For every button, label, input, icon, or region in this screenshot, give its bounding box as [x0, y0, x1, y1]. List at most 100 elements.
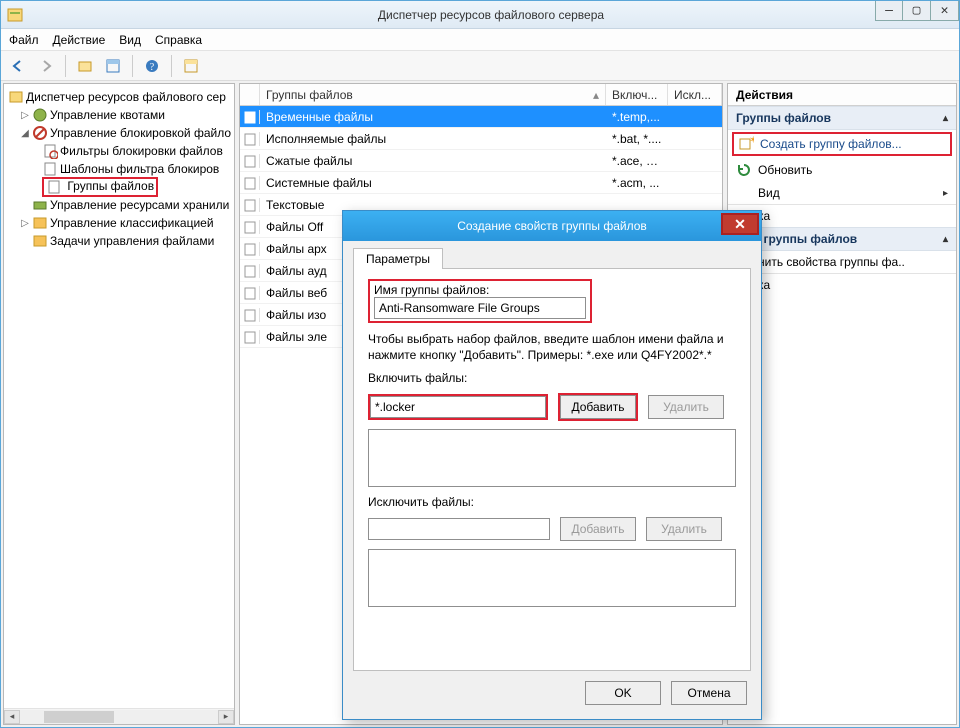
action-edit-group-props[interactable]: нить свойства группы фа..: [728, 251, 956, 273]
tree-blocking[interactable]: Управление блокировкой файло: [48, 126, 231, 140]
tree-horizontal-scrollbar[interactable]: ◂ ▸: [4, 708, 234, 724]
include-add-button[interactable]: Добавить: [560, 395, 636, 419]
actions-title: Действия: [728, 84, 956, 106]
menu-action[interactable]: Действие: [53, 33, 106, 47]
filter-icon: [42, 143, 58, 159]
nav-back-button[interactable]: [7, 55, 29, 77]
minimize-button[interactable]: —: [875, 1, 903, 21]
maximize-button[interactable]: ▢: [903, 1, 931, 21]
tree-groups[interactable]: Группы файлов: [65, 179, 154, 193]
help-icon[interactable]: ?: [141, 55, 163, 77]
tab-parameters[interactable]: Параметры: [353, 248, 443, 269]
pattern-hint: Чтобы выбрать набор файлов, введите шабл…: [368, 331, 736, 363]
row-include: *.temp,...: [606, 110, 668, 124]
menubar: Файл Действие Вид Справка: [1, 29, 959, 51]
action-view-label: Вид: [736, 186, 780, 200]
group-icon: [46, 179, 62, 195]
create-file-group-dialog: Создание свойств группы файлов ✕ Парамет…: [342, 210, 762, 720]
dialog-titlebar[interactable]: Создание свойств группы файлов ✕: [343, 211, 761, 241]
group-name-label: Имя группы файлов:: [374, 283, 586, 297]
menu-file[interactable]: Файл: [9, 33, 39, 47]
block-icon: [32, 125, 48, 141]
include-remove-button[interactable]: Удалить: [648, 395, 724, 419]
collapse-icon[interactable]: ◢: [18, 128, 32, 139]
tree-quotas[interactable]: Управление квотами: [48, 108, 165, 122]
tree-templates[interactable]: Шаблоны фильтра блокиров: [58, 162, 219, 176]
nav-tree-pane: Диспетчер ресурсов файлового сер ▷ Управ…: [3, 83, 235, 725]
dialog-title: Создание свойств группы файлов: [457, 219, 647, 233]
main-titlebar: Диспетчер ресурсов файлового сервера — ▢…: [1, 1, 959, 29]
toolbar-icon-1[interactable]: [74, 55, 96, 77]
nav-forward-button[interactable]: [35, 55, 57, 77]
close-button[interactable]: ✕: [931, 1, 959, 21]
group-name-input[interactable]: [374, 297, 586, 319]
scroll-thumb[interactable]: [44, 711, 114, 723]
file-group-row[interactable]: Сжатые файлы*.ace, *....: [240, 150, 722, 172]
collapse-icon[interactable]: ▴: [943, 234, 948, 245]
action-create-group[interactable]: ✶ Создать группу файлов...: [732, 132, 952, 156]
tree-filters[interactable]: Фильтры блокировки файлов: [58, 144, 223, 158]
file-group-row[interactable]: Временные файлы*.temp,...: [240, 106, 722, 128]
exclude-label: Исключить файлы:: [368, 495, 736, 509]
toolbar-icon-3[interactable]: [180, 55, 202, 77]
file-group-row[interactable]: Системные файлы*.acm, ...: [240, 172, 722, 194]
submenu-arrow-icon: ▸: [943, 188, 948, 199]
col-header-exclude[interactable]: Искл...: [668, 84, 722, 105]
toolbar-icon-2[interactable]: [102, 55, 124, 77]
storage-icon: [32, 197, 48, 213]
menu-help[interactable]: Справка: [155, 33, 202, 47]
window-title: Диспетчер ресурсов файлового сервера: [23, 8, 959, 22]
exclude-remove-button[interactable]: Удалить: [646, 517, 722, 541]
row-name: Исполняемые файлы: [260, 132, 606, 146]
exclude-listbox[interactable]: [368, 549, 736, 607]
tree-classif[interactable]: Управление классификацией: [48, 216, 214, 230]
new-group-icon: ✶: [738, 136, 754, 152]
dialog-ok-button[interactable]: OK: [585, 681, 661, 705]
quota-icon: [32, 107, 48, 123]
file-group-row[interactable]: Исполняемые файлы*.bat, *....: [240, 128, 722, 150]
app-icon: [7, 7, 23, 23]
svg-text:?: ?: [150, 62, 155, 73]
dialog-cancel-button[interactable]: Отмена: [671, 681, 747, 705]
row-include: *.bat, *....: [606, 132, 668, 146]
exclude-pattern-input[interactable]: [368, 518, 550, 540]
action-help-2[interactable]: ка: [728, 274, 956, 296]
tree-tasks[interactable]: Задачи управления файлами: [48, 234, 214, 248]
refresh-icon: [736, 162, 752, 178]
expand-icon[interactable]: ▷: [18, 110, 32, 121]
tree-root[interactable]: Диспетчер ресурсов файлового сер: [24, 90, 226, 104]
dialog-close-button[interactable]: ✕: [721, 213, 759, 235]
action-create-group-label: Создать группу файлов...: [760, 137, 902, 151]
scroll-left-button[interactable]: ◂: [4, 710, 20, 724]
action-help-1[interactable]: ка: [728, 205, 956, 227]
exclude-add-button[interactable]: Добавить: [560, 517, 636, 541]
tasks-icon: [32, 233, 48, 249]
list-header: Группы файлов▴ Включ... Искл...: [240, 84, 722, 106]
row-include: *.ace, *....: [606, 154, 668, 168]
row-name: Системные файлы: [260, 176, 606, 190]
nav-tree[interactable]: Диспетчер ресурсов файлового сер ▷ Управ…: [4, 84, 234, 708]
col-header-name[interactable]: Группы файлов▴: [260, 84, 606, 105]
action-refresh-label: Обновить: [758, 163, 812, 177]
row-name: Временные файлы: [260, 110, 606, 124]
template-icon: [42, 161, 58, 177]
action-view[interactable]: Вид ▸: [728, 182, 956, 204]
classif-icon: [32, 215, 48, 231]
svg-text:✶: ✶: [749, 136, 754, 146]
row-include: *.acm, ...: [606, 176, 668, 190]
menu-view[interactable]: Вид: [119, 33, 141, 47]
include-listbox[interactable]: [368, 429, 736, 487]
collapse-icon[interactable]: ▴: [943, 113, 948, 124]
tree-storage[interactable]: Управление ресурсами хранили: [48, 198, 229, 212]
scroll-right-button[interactable]: ▸: [218, 710, 234, 724]
actions-section-groups: Группы файлов ▴: [728, 106, 956, 130]
row-name: Сжатые файлы: [260, 154, 606, 168]
toolbar: ?: [1, 51, 959, 81]
col-header-include[interactable]: Включ...: [606, 84, 668, 105]
server-icon: [8, 89, 24, 105]
include-pattern-input[interactable]: [370, 396, 546, 418]
include-label: Включить файлы:: [368, 371, 736, 385]
action-refresh[interactable]: Обновить: [728, 158, 956, 182]
expand-icon[interactable]: ▷: [18, 218, 32, 229]
actions-section-selected: ные группы файлов ▴: [728, 227, 956, 251]
